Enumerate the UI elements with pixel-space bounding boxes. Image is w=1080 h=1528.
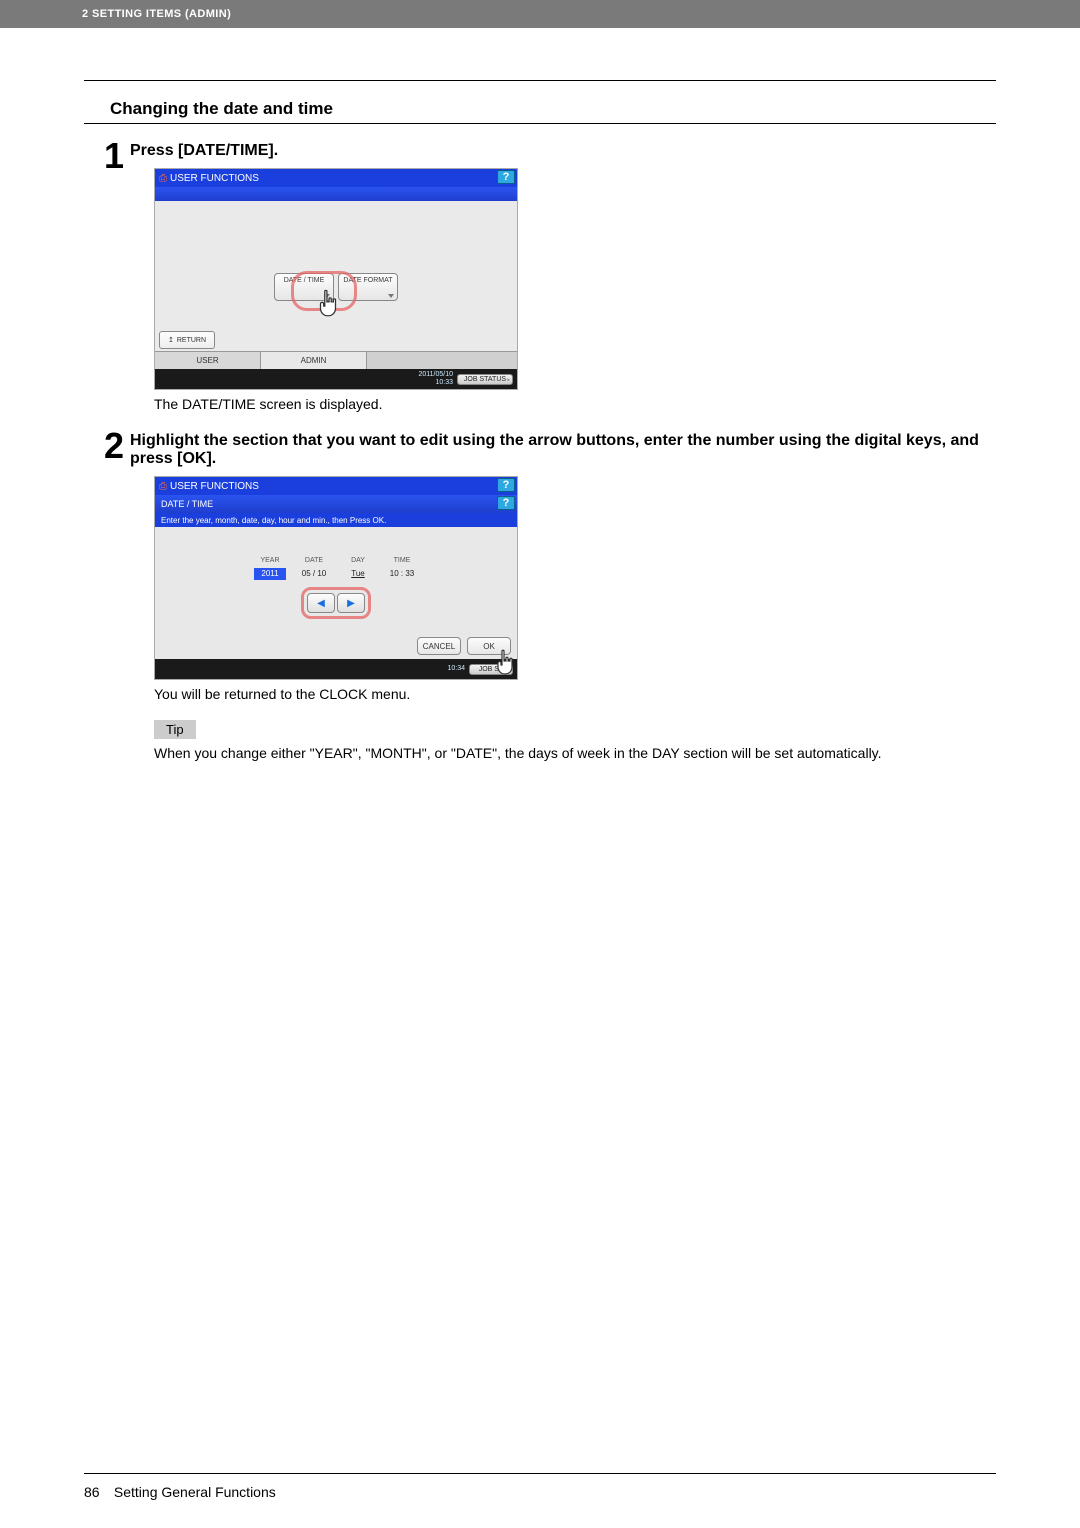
ss1-status-row: 2011/05/10 10:33 JOB STATUS ▸ xyxy=(155,369,517,389)
footer-text: 86 Setting General Functions xyxy=(84,1484,996,1500)
page-number: 86 xyxy=(84,1484,110,1500)
tab-admin[interactable]: ADMIN xyxy=(261,352,367,369)
step-1: 1 Press [DATE/TIME]. ⎙ USER FUNCTIONS ? … xyxy=(84,138,996,412)
field-date: DATE 05 / 10 xyxy=(298,557,330,580)
field-time: TIME 10 : 33 xyxy=(386,557,418,580)
step-2: 2 Highlight the section that you want to… xyxy=(84,428,996,761)
ss2-title: USER FUNCTIONS xyxy=(170,481,259,492)
screenshot-1: ⎙ USER FUNCTIONS ? DATE / TIME DATE FORM… xyxy=(154,168,518,390)
page-content: Changing the date and time 1 Press [DATE… xyxy=(0,28,1080,761)
ss1-titlebar: ⎙ USER FUNCTIONS ? xyxy=(155,169,517,187)
step-2-number: 2 xyxy=(84,428,124,761)
help-icon[interactable]: ? xyxy=(497,478,515,492)
step-1-number: 1 xyxy=(84,138,124,412)
day-value[interactable]: Tue xyxy=(342,568,374,580)
rule-top xyxy=(84,80,996,81)
arrow-button-group: ◀ ▶ xyxy=(301,587,371,619)
tip-text: When you change either "YEAR", "MONTH", … xyxy=(154,745,914,761)
ss2-fields: YEAR 2011 DATE 05 / 10 DAY Tue TIME xyxy=(254,557,418,580)
step-1-heading: Press [DATE/TIME]. xyxy=(130,142,996,160)
header-bar: 2 SETTING ITEMS (ADMIN) xyxy=(0,0,1080,28)
time-value[interactable]: 10 : 33 xyxy=(386,568,418,580)
printer-icon: ⎙ xyxy=(159,481,167,492)
arrow-left-button[interactable]: ◀ xyxy=(307,593,335,613)
step-1-body: Press [DATE/TIME]. ⎙ USER FUNCTIONS ? DA… xyxy=(130,138,996,412)
ss2-subtitle-bar: DATE / TIME ? xyxy=(155,495,517,513)
ss1-blue-strip xyxy=(155,187,517,201)
help-icon[interactable]: ? xyxy=(497,496,515,510)
return-button[interactable]: ↥ RETURN xyxy=(159,331,215,349)
ss2-subtitle: DATE / TIME xyxy=(161,499,213,509)
ss2-body: YEAR 2011 DATE 05 / 10 DAY Tue TIME xyxy=(155,527,517,659)
footer-rule xyxy=(84,1473,996,1474)
ss2-timestamp: 10:34 xyxy=(447,665,465,673)
footer-section: Setting General Functions xyxy=(114,1484,276,1500)
rule-sub xyxy=(84,123,996,124)
ss2-status-row: 10:34 JOB ST xyxy=(155,659,517,679)
ss2-instruction: Enter the year, month, date, day, hour a… xyxy=(155,513,517,527)
help-icon[interactable]: ? xyxy=(497,170,515,184)
ss1-body: DATE / TIME DATE FORMAT ↥ xyxy=(155,201,517,351)
header-bar-text: 2 SETTING ITEMS (ADMIN) xyxy=(82,8,231,20)
field-year: YEAR 2011 xyxy=(254,557,286,580)
arrow-right-button[interactable]: ▶ xyxy=(337,593,365,613)
step-2-caption: You will be returned to the CLOCK menu. xyxy=(154,686,996,702)
step-1-caption: The DATE/TIME screen is displayed. xyxy=(154,396,996,412)
cancel-button[interactable]: CANCEL xyxy=(417,637,461,655)
year-value[interactable]: 2011 xyxy=(254,568,286,580)
step-2-body: Highlight the section that you want to e… xyxy=(130,428,996,761)
tab-user[interactable]: USER xyxy=(155,352,261,369)
page-footer: 86 Setting General Functions xyxy=(84,1473,996,1500)
ss1-timestamp: 2011/05/10 10:33 xyxy=(418,371,453,387)
ss1-tabs: USER ADMIN xyxy=(155,351,517,369)
ss1-title: USER FUNCTIONS xyxy=(170,173,259,184)
cursor-hand-icon xyxy=(315,289,341,319)
job-status-button[interactable]: JOB STATUS ▸ xyxy=(457,374,513,385)
field-day: DAY Tue xyxy=(342,557,374,580)
chevron-right-icon: ▸ xyxy=(507,377,510,383)
ss2-titlebar: ⎙ USER FUNCTIONS ? xyxy=(155,477,517,495)
section-title: Changing the date and time xyxy=(84,99,996,119)
return-arrow-icon: ↥ xyxy=(168,336,174,344)
step-2-heading: Highlight the section that you want to e… xyxy=(130,432,996,468)
chevron-down-icon xyxy=(388,294,394,298)
printer-icon: ⎙ xyxy=(159,173,167,184)
cursor-hand-icon xyxy=(493,649,517,677)
screenshot-2: ⎙ USER FUNCTIONS ? DATE / TIME ? Enter t… xyxy=(154,476,518,680)
date-value[interactable]: 05 / 10 xyxy=(298,568,330,580)
tip-label: Tip xyxy=(154,720,196,739)
